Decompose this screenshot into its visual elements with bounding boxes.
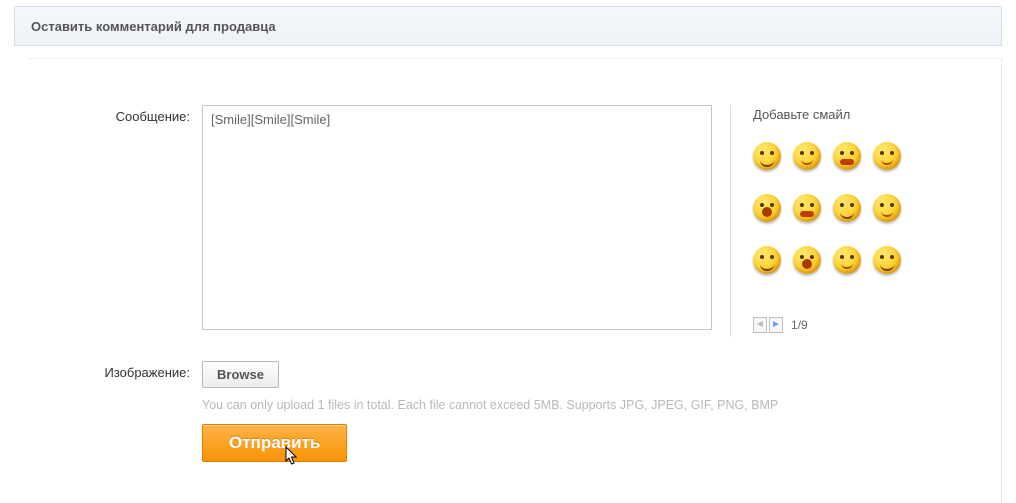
smiley-wave[interactable] <box>793 246 821 274</box>
pager-next-button[interactable]: ► <box>769 317 783 333</box>
smiley-panel-title: Добавьте смайл <box>753 107 966 122</box>
smiley-bigsmile[interactable] <box>793 194 821 222</box>
smiley-wink[interactable] <box>793 142 821 170</box>
smiley-blush[interactable] <box>833 246 861 274</box>
smiley-cheer[interactable] <box>873 246 901 274</box>
comment-panel: Сообщение: Добавьте смайл <box>28 58 1002 503</box>
pager-prev-button[interactable]: ◄ <box>753 317 767 333</box>
smiley-smile[interactable] <box>753 142 781 170</box>
pager-text: 1/9 <box>791 318 808 332</box>
smiley-panel: Добавьте смайл <box>730 105 966 337</box>
pager-total: 9 <box>801 318 808 332</box>
section-header: Оставить комментарий для продавца <box>14 6 1002 46</box>
message-textarea[interactable] <box>202 105 712 330</box>
submit-button[interactable]: Отправить <box>202 424 347 462</box>
upload-hint: You can only upload 1 files in total. Ea… <box>202 398 987 412</box>
section-title: Оставить комментарий для продавца <box>31 19 276 34</box>
smiley-laugh[interactable] <box>873 142 901 170</box>
smiley-hug[interactable] <box>753 246 781 274</box>
pager-current: 1 <box>791 318 798 332</box>
smiley-happy[interactable] <box>873 194 901 222</box>
message-label: Сообщение: <box>42 105 202 337</box>
smiley-grin[interactable] <box>753 194 781 222</box>
browse-button[interactable]: Browse <box>202 361 279 388</box>
smiley-pager: ◄ ► 1/9 <box>753 317 808 333</box>
smiley-grid <box>753 140 966 290</box>
smiley-tongue[interactable] <box>833 142 861 170</box>
image-label: Изображение: <box>42 361 202 462</box>
smiley-lol[interactable] <box>833 194 861 222</box>
